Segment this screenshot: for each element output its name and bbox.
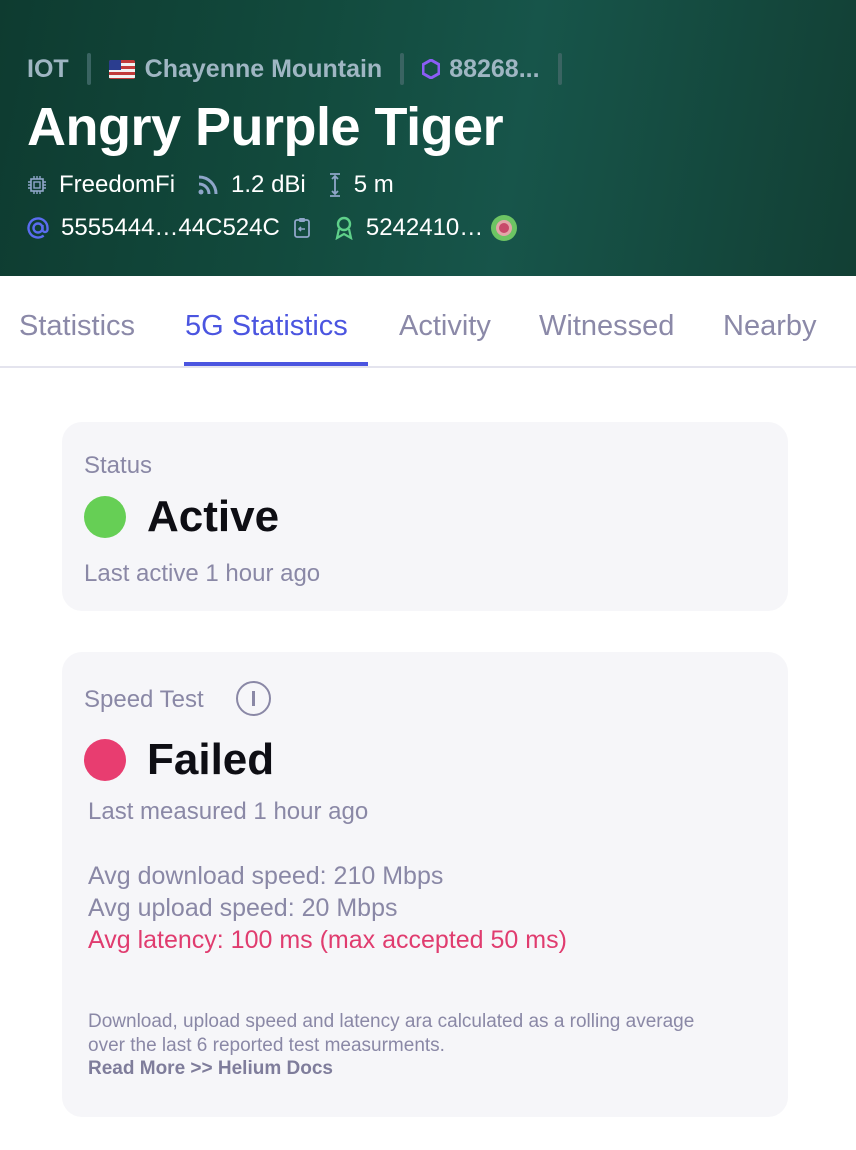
last-active: Last active 1 hour ago xyxy=(84,560,321,587)
tab-statistics[interactable]: Statistics xyxy=(19,310,135,343)
crumb-divider xyxy=(557,53,562,85)
hex-label: 88268... xyxy=(449,54,540,83)
status-label: Status xyxy=(84,452,153,479)
tab-nearby[interactable]: Nearby xyxy=(723,310,817,343)
us-flag-icon xyxy=(108,59,135,79)
tab-5g-statistics[interactable]: 5G Statistics xyxy=(185,310,348,343)
avg-latency: Avg latency: 100 ms (max accepted 50 ms) xyxy=(88,926,567,954)
speed-test-label: Speed Test xyxy=(84,686,204,713)
elevation-info: 5 m xyxy=(328,171,394,199)
read-more-link[interactable]: Read More >> Helium Docs xyxy=(88,1058,333,1080)
gain-label: 1.2 dBi xyxy=(231,171,306,198)
speed-test-card: Speed Test Failed Last measured 1 hour a… xyxy=(62,652,788,1117)
tab-activity[interactable]: Activity xyxy=(399,310,491,343)
owner-label: 5242410… xyxy=(365,214,484,241)
hexagon-icon xyxy=(422,59,441,79)
avg-upload: Avg upload speed: 20 Mbps xyxy=(88,894,398,922)
location-label: Chayenne Mountain xyxy=(144,54,383,83)
copy-icon[interactable] xyxy=(292,217,312,239)
elevation-label: 5 m xyxy=(353,171,394,198)
hotspot-header: IOT Chayenne Mountain 88268... Angry Pur… xyxy=(0,0,856,276)
hotspot-name: Angry Purple Tiger xyxy=(27,97,504,157)
status-dot xyxy=(84,496,126,538)
chip-icon xyxy=(28,176,46,194)
owner-icon xyxy=(335,216,353,240)
active-tab-indicator xyxy=(184,362,368,366)
tab-witnessed[interactable]: Witnessed xyxy=(539,310,674,343)
address-info: 5555444…44C524C xyxy=(27,214,312,242)
tab-bar: Statistics 5G Statistics Activity Witnes… xyxy=(0,276,856,368)
crumb-divider xyxy=(86,53,91,85)
owner-info[interactable]: 5242410… xyxy=(334,214,518,242)
info-icon[interactable] xyxy=(236,681,271,716)
speed-test-value: Failed xyxy=(147,735,275,784)
crumb-divider xyxy=(400,53,405,85)
status-value: Active xyxy=(147,492,280,541)
status-card: Status Active Last active 1 hour ago xyxy=(62,422,788,611)
elevation-icon xyxy=(329,173,340,197)
breadcrumb: IOT Chayenne Mountain 88268... xyxy=(27,52,580,86)
signal-icon xyxy=(198,175,218,195)
maker-info: FreedomFi xyxy=(27,171,175,199)
hex-crumb[interactable]: 88268... xyxy=(422,54,540,84)
owner-avatar xyxy=(491,215,518,241)
hotspot-accounts: 5555444…44C524C 5242410… xyxy=(27,214,539,242)
network-crumb[interactable]: IOT xyxy=(27,55,69,84)
address-label: 5555444…44C524C xyxy=(61,214,280,241)
speed-test-dot xyxy=(84,739,126,781)
gain-info: 1.2 dBi xyxy=(197,171,306,199)
rolling-average-note: Download, upload speed and latency ara c… xyxy=(88,1011,695,1056)
avg-download: Avg download speed: 210 Mbps xyxy=(88,862,444,890)
at-sign-icon xyxy=(27,217,49,239)
last-measured: Last measured 1 hour ago xyxy=(88,798,369,825)
location-crumb[interactable]: Chayenne Mountain xyxy=(108,54,383,84)
maker-label: FreedomFi xyxy=(59,171,176,198)
hotspot-specs: FreedomFi 1.2 dBi 5 m xyxy=(27,171,416,199)
